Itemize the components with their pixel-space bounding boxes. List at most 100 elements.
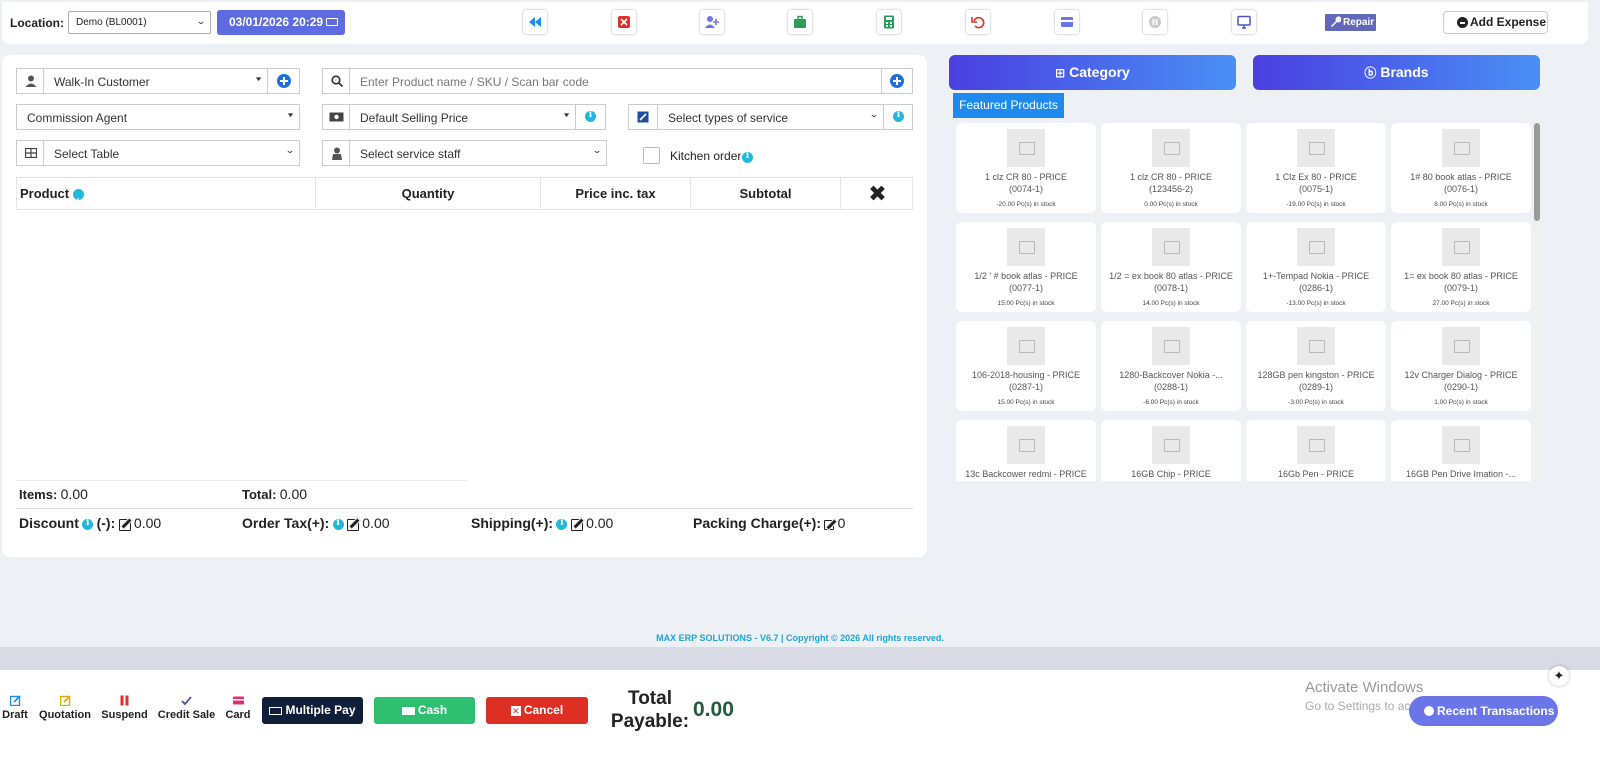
- undo-button[interactable]: [966, 10, 990, 34]
- product-code: (0287-1): [1008, 382, 1044, 392]
- add-customer-button[interactable]: [267, 68, 300, 94]
- rewind-button[interactable]: [523, 10, 547, 34]
- datetime-button[interactable]: 03/01/2026 20:29: [217, 10, 345, 35]
- cancel-label: Cancel: [523, 703, 564, 717]
- edit-icon: [59, 695, 71, 707]
- add-expense-button[interactable]: Add Expense: [1443, 11, 1548, 34]
- service-staff-select[interactable]: Select service staff ⌄: [349, 140, 607, 166]
- customer-select[interactable]: Walk-In Customer ▼: [43, 68, 268, 94]
- image-placeholder-icon: [1297, 129, 1335, 167]
- chevron-down-icon: ⌄: [195, 16, 206, 26]
- product-card[interactable]: 1= ex book 80 atlas - PRICE (0079-1) 27.00…: [1391, 222, 1531, 312]
- chevron-down-icon: ⌄: [868, 109, 879, 119]
- table-value: Select Table: [54, 147, 120, 161]
- card-button[interactable]: [1055, 10, 1079, 34]
- featured-products-tab[interactable]: Featured Products: [953, 93, 1064, 118]
- product-name: 16Gb Pen - PRICE: [1277, 469, 1355, 479]
- product-name: 106-2018-housing - PRICE: [971, 370, 1081, 380]
- shipping-row: Shipping(+): 0.00: [471, 515, 613, 531]
- money-icon: [401, 706, 415, 715]
- edit-icon: [9, 695, 21, 707]
- product-card[interactable]: 16Gb Pen - PRICE: [1246, 420, 1386, 481]
- product-card[interactable]: 12v Charger Dialog - PRICE (0290-1) 1.00 P…: [1391, 321, 1531, 411]
- table-icon: [25, 148, 37, 158]
- product-card[interactable]: 16GB Pen Drive Imation -...: [1391, 420, 1531, 481]
- product-stock: 0.00 Pc(s) in stock: [1144, 201, 1198, 208]
- calculator-button[interactable]: [877, 10, 901, 34]
- chevron-down-icon: ⌄: [591, 145, 602, 155]
- discount-sign: (-):: [96, 515, 116, 531]
- grid-plus-icon: ⊞: [1055, 66, 1066, 80]
- commission-agent-select[interactable]: Commission Agent ▼: [16, 104, 300, 130]
- money-icon: [269, 706, 283, 715]
- edit-packing-icon[interactable]: [824, 519, 835, 530]
- table-select[interactable]: Select Table ⌄: [43, 140, 300, 166]
- repair-label: Repair: [1343, 17, 1375, 28]
- cash-button[interactable]: Cash: [374, 697, 475, 724]
- keyboard-icon: [326, 18, 338, 26]
- product-code: (0289-1): [1298, 382, 1334, 392]
- service-types-select[interactable]: Select types of service ⌄: [657, 104, 884, 130]
- card-button[interactable]: Card: [225, 695, 251, 721]
- brands-button[interactable]: ⓑ Brands: [1253, 55, 1540, 90]
- add-user-button[interactable]: [700, 10, 724, 34]
- product-card[interactable]: 106-2018-housing - PRICE (0287-1) 15.00 Pc…: [956, 321, 1096, 411]
- edit-shipping-icon[interactable]: [570, 518, 583, 531]
- shipping-label: Shipping(+):: [471, 515, 554, 531]
- product-card[interactable]: 16GB Chip - PRICE: [1101, 420, 1241, 481]
- product-card[interactable]: 1/2 ' # book atlas - PRICE (0077-1) 15.00 …: [956, 222, 1096, 312]
- total-payable-value: 0.00: [693, 698, 734, 721]
- cart-total: Total: 0.00: [242, 486, 307, 502]
- remove-all-icon[interactable]: ✖: [841, 178, 914, 209]
- location-select[interactable]: Demo (BL0001) ⌄: [68, 11, 211, 34]
- product-card[interactable]: 1 Clz Ex 80 - PRICE (0075-1) -19.00 Pc(s) …: [1246, 123, 1386, 213]
- product-card[interactable]: 1# 80 book atlas - PRICE (0076-1) 8.00 Pc(…: [1391, 123, 1531, 213]
- image-placeholder-icon: [1152, 327, 1190, 365]
- edit-discount-icon[interactable]: [118, 518, 131, 531]
- product-card[interactable]: 1 clz CR 80 - PRICE (0074-1) -20.00 Pc(s) …: [956, 123, 1096, 213]
- image-placeholder-icon: [1442, 426, 1480, 464]
- edit-tax-icon[interactable]: [346, 518, 359, 531]
- add-product-button[interactable]: [881, 68, 913, 94]
- product-card[interactable]: 128GB pen kingston - PRICE (0289-1) -3.00 …: [1246, 321, 1386, 411]
- recent-transactions-button[interactable]: Recent Transactions: [1409, 696, 1558, 726]
- credit-sale-label: Credit Sale: [157, 709, 216, 721]
- scrollbar-thumb[interactable]: [1534, 123, 1540, 221]
- product-name: 16GB Chip - PRICE: [1131, 469, 1211, 479]
- order-tax-row: Order Tax(+): 0.00: [242, 515, 390, 531]
- repair-button[interactable]: Repair: [1325, 14, 1376, 31]
- product-search-input[interactable]: Enter Product name / SKU / Scan bar code: [349, 68, 882, 94]
- sparkle-icon[interactable]: ✦: [1549, 666, 1569, 686]
- product-card[interactable]: 1+-Tempad Nokia - PRICE (0286-1) -13.00 Pc…: [1246, 222, 1386, 312]
- product-card[interactable]: 1 clz CR 80 - PRICE (123456-2) 0.00 Pc(s) …: [1101, 123, 1241, 213]
- multiple-pay-button[interactable]: Multiple Pay: [262, 697, 363, 724]
- kitchen-order-checkbox[interactable]: [643, 147, 660, 164]
- product-card[interactable]: 13c Backcower redmi - PRICE: [956, 420, 1096, 481]
- pause-button[interactable]: [1143, 10, 1167, 34]
- credit-sale-button[interactable]: Credit Sale: [157, 695, 216, 721]
- draft-button[interactable]: Draft: [2, 695, 28, 721]
- cart-panel: [2, 55, 927, 557]
- briefcase-button[interactable]: [788, 10, 812, 34]
- product-card[interactable]: 1280-Backcover Nokia -... (0288-1) -6.00 P…: [1101, 321, 1241, 411]
- category-button[interactable]: ⊞ Category: [949, 55, 1236, 90]
- product-code: (0290-1): [1443, 382, 1479, 392]
- search-icon: [331, 75, 343, 87]
- shipping-value: 0.00: [586, 515, 614, 531]
- minus-circle-icon: [1457, 17, 1468, 28]
- selling-price-value: Default Selling Price: [360, 111, 469, 125]
- selling-price-select[interactable]: Default Selling Price ▼: [349, 104, 576, 130]
- order-tax-label: Order Tax(+):: [242, 515, 330, 531]
- cancel-button[interactable]: ✕ Cancel: [486, 697, 588, 724]
- calculator-icon: [884, 15, 894, 29]
- quotation-button[interactable]: Quotation: [38, 695, 92, 721]
- product-code: (0076-1): [1443, 184, 1479, 194]
- customer-display-button[interactable]: [1232, 10, 1256, 34]
- total-payable-label: Total Payable:: [610, 688, 690, 732]
- image-placeholder-icon: [1007, 228, 1045, 266]
- product-search-placeholder: Enter Product name / SKU / Scan bar code: [360, 75, 589, 89]
- close-register-button[interactable]: [612, 10, 636, 34]
- product-card[interactable]: 1/2 = ex book 80 atlas - PRICE (0078-1) 14…: [1101, 222, 1241, 312]
- packing-label: Packing Charge(+):: [693, 515, 821, 531]
- suspend-button[interactable]: Suspend: [101, 695, 148, 721]
